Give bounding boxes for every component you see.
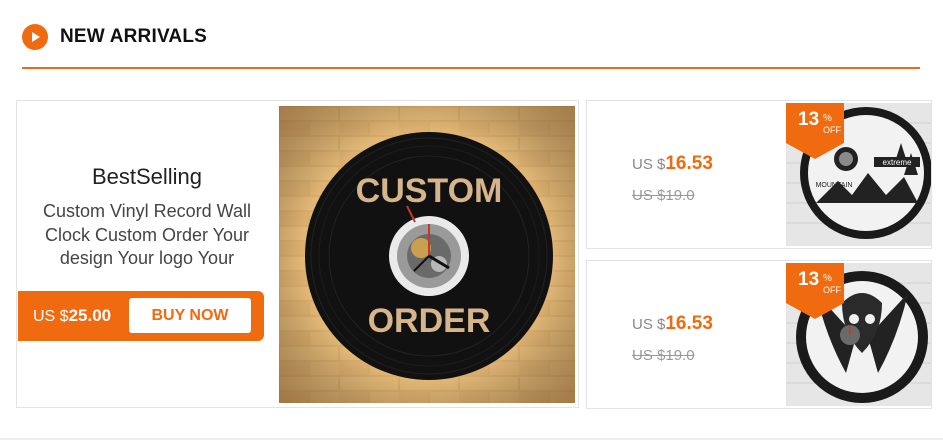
image-text-extreme: extreme [883,158,912,167]
product-currency: US $ [632,156,666,173]
featured-price-amount: 25.00 [68,306,112,325]
discount-off: OFF [823,285,841,295]
product-price-amount: 16.53 [665,153,713,174]
section-header: NEW ARRIVALS [22,22,207,52]
header-divider [22,67,920,69]
discount-value: 13 [798,269,820,290]
discount-value: 13 [798,109,820,130]
image-text-custom: CUSTOM [356,172,503,210]
featured-currency: US $ [33,308,69,325]
image-text-mountain: MOUNTAIN [816,182,853,189]
discount-badge: 13 % OFF [786,263,844,321]
featured-product-card[interactable]: BestSelling Custom Vinyl Record Wall Clo… [16,100,579,408]
product-old-price: US $19.0 [632,347,695,364]
bottom-divider [0,438,943,440]
product-card[interactable]: US $16.53 US $19.0 extreme MOUNTAIN 13 % [586,100,932,249]
featured-price: US $25.00 [33,306,128,326]
featured-title: BestSelling [91,164,203,189]
product-price: US $16.53 [632,313,713,335]
image-text-order: ORDER [368,302,491,340]
discount-badge: 13 % OFF [786,103,844,161]
product-image[interactable]: extreme MOUNTAIN 13 % OFF [786,103,931,246]
featured-description[interactable]: Custom Vinyl Record Wall Clock Custom Or… [27,200,267,271]
product-image[interactable]: 13 % OFF [786,263,931,406]
product-price-amount: 16.53 [665,313,713,334]
play-circle-icon [22,24,48,50]
section-title: NEW ARRIVALS [60,26,208,47]
product-currency: US $ [632,316,666,333]
featured-product-image[interactable]: CUSTOM ORDER [279,106,575,403]
product-card[interactable]: US $16.53 US $19.0 13 % OFF [586,260,932,409]
product-price: US $16.53 [632,153,713,175]
discount-off: OFF [823,125,841,135]
buy-bar: US $25.00 BUY NOW [18,291,264,341]
buy-now-button[interactable]: BUY NOW [129,298,251,333]
product-old-price: US $19.0 [632,187,695,204]
discount-percent: % [823,273,832,284]
discount-percent: % [823,113,832,124]
